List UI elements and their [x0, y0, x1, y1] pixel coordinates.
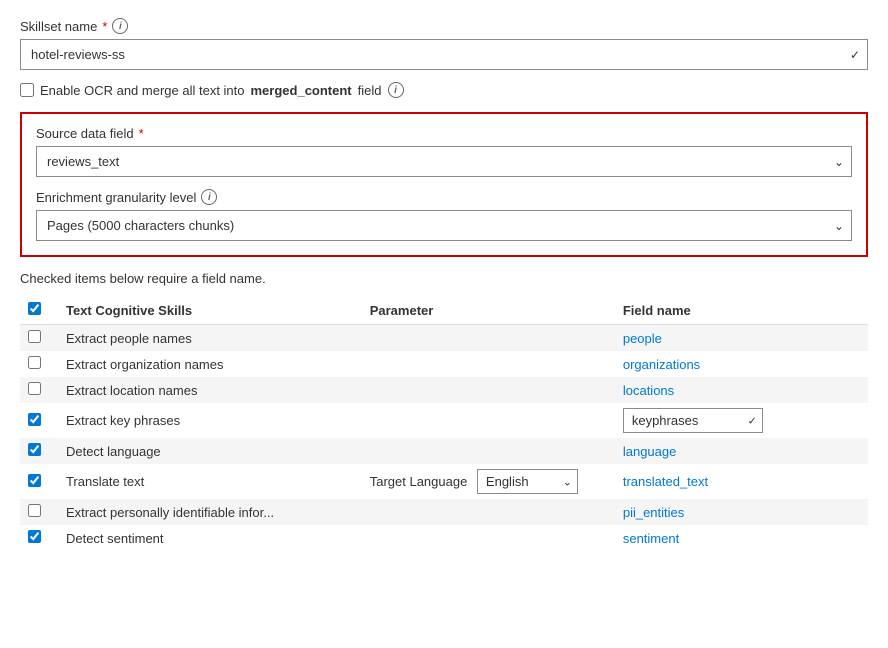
field-cell-detect-language: language	[615, 438, 868, 464]
checkbox-extract-org[interactable]	[28, 356, 41, 369]
col-header-field-name: Field name	[615, 296, 868, 325]
param-cell-extract-keyphrases	[362, 403, 615, 438]
skillset-name-info-icon[interactable]: i	[112, 18, 128, 34]
row-checkbox-cell	[20, 325, 58, 352]
param-cell-translate-text: Target Language EnglishFrenchSpanishGerm…	[362, 464, 615, 499]
source-data-section: Source data field * reviews_text ⌄ Enric…	[20, 112, 868, 257]
col-header-skill: Text Cognitive Skills	[58, 296, 362, 325]
checkbox-detect-sentiment[interactable]	[28, 530, 41, 543]
section-note: Checked items below require a field name…	[20, 271, 868, 286]
param-cell-extract-location	[362, 377, 615, 403]
checkbox-extract-pii[interactable]	[28, 504, 41, 517]
param-cell-detect-language	[362, 438, 615, 464]
table-row: Detect sentiment sentiment	[20, 525, 868, 551]
field-name-text-translate-text: translated_text	[623, 474, 708, 489]
field-cell-extract-org: organizations	[615, 351, 868, 377]
required-indicator: *	[102, 19, 107, 34]
table-row: Extract personally identifiable infor...…	[20, 499, 868, 525]
enrichment-wrapper: Pages (5000 characters chunks)SentencesO…	[36, 210, 852, 241]
skill-label-extract-pii: Extract personally identifiable infor...	[58, 499, 362, 525]
skill-label-extract-org: Extract organization names	[58, 351, 362, 377]
table-row: Translate textTarget Language EnglishFre…	[20, 464, 868, 499]
enrichment-select[interactable]: Pages (5000 characters chunks)SentencesO…	[36, 210, 852, 241]
field-cell-extract-location: locations	[615, 377, 868, 403]
field-cell-translate-text: translated_text	[615, 464, 868, 499]
table-row: Detect language language	[20, 438, 868, 464]
field-cell-detect-sentiment: sentiment	[615, 525, 868, 551]
field-name-text-detect-sentiment: sentiment	[623, 531, 679, 546]
checkbox-extract-location[interactable]	[28, 382, 41, 395]
source-data-label: Source data field *	[36, 126, 852, 141]
checkbox-translate-text[interactable]	[28, 474, 41, 487]
skill-label-detect-language: Detect language	[58, 438, 362, 464]
param-select-translate-text[interactable]: EnglishFrenchSpanishGermanItalianPortugu…	[477, 469, 578, 494]
skill-label-extract-people: Extract people names	[58, 325, 362, 352]
row-checkbox-cell	[20, 403, 58, 438]
checkbox-extract-people[interactable]	[28, 330, 41, 343]
skillset-name-select[interactable]: hotel-reviews-ss	[20, 39, 868, 70]
field-cell-extract-people: people	[615, 325, 868, 352]
skill-label-translate-text: Translate text	[58, 464, 362, 499]
col-header-parameter: Parameter	[362, 296, 615, 325]
skillset-name-wrapper: hotel-reviews-ss ✓	[20, 39, 868, 70]
skills-table: Text Cognitive Skills Parameter Field na…	[20, 296, 868, 551]
checkbox-extract-keyphrases[interactable]	[28, 413, 41, 426]
table-row: Extract location names locations	[20, 377, 868, 403]
enrichment-info-icon[interactable]: i	[201, 189, 217, 205]
row-checkbox-cell	[20, 377, 58, 403]
ocr-label-bold: merged_content	[251, 83, 352, 98]
field-cell-extract-keyphrases: keyphrases✓	[615, 403, 868, 438]
ocr-label-after: field	[358, 83, 382, 98]
ocr-label-before: Enable OCR and merge all text into	[40, 83, 245, 98]
skill-label-extract-keyphrases: Extract key phrases	[58, 403, 362, 438]
row-checkbox-cell	[20, 464, 58, 499]
field-name-text-detect-language: language	[623, 444, 677, 459]
row-checkbox-cell	[20, 351, 58, 377]
source-data-select[interactable]: reviews_text	[36, 146, 852, 177]
ocr-checkbox[interactable]	[20, 83, 34, 97]
table-row: Extract people names people	[20, 325, 868, 352]
header-checkbox-cell	[20, 296, 58, 325]
ocr-info-icon[interactable]: i	[388, 82, 404, 98]
ocr-checkbox-row: Enable OCR and merge all text into merge…	[20, 82, 868, 98]
source-data-wrapper: reviews_text ⌄	[36, 146, 852, 177]
param-label-translate-text: Target Language	[370, 474, 471, 489]
field-name-text-extract-people: people	[623, 331, 662, 346]
field-name-text-extract-org: organizations	[623, 357, 700, 372]
skillset-name-label: Skillset name * i	[20, 18, 868, 34]
table-row: Extract key phrases keyphrases✓	[20, 403, 868, 438]
field-name-text-extract-pii: pii_entities	[623, 505, 684, 520]
select-all-checkbox[interactable]	[28, 302, 41, 315]
row-checkbox-cell	[20, 525, 58, 551]
table-row: Extract organization names organizations	[20, 351, 868, 377]
row-checkbox-cell	[20, 438, 58, 464]
param-cell-extract-pii	[362, 499, 615, 525]
param-cell-extract-org	[362, 351, 615, 377]
field-select-wrapper-extract-keyphrases: keyphrases✓	[623, 408, 763, 433]
skill-label-extract-location: Extract location names	[58, 377, 362, 403]
field-name-text-extract-location: locations	[623, 383, 674, 398]
enrichment-label: Enrichment granularity level i	[36, 189, 852, 205]
skill-label-detect-sentiment: Detect sentiment	[58, 525, 362, 551]
row-checkbox-cell	[20, 499, 58, 525]
source-required-indicator: *	[139, 126, 144, 141]
param-cell-detect-sentiment	[362, 525, 615, 551]
param-select-wrapper-translate-text: EnglishFrenchSpanishGermanItalianPortugu…	[477, 469, 578, 494]
field-select-extract-keyphrases[interactable]: keyphrases	[623, 408, 763, 433]
checkbox-detect-language[interactable]	[28, 443, 41, 456]
field-cell-extract-pii: pii_entities	[615, 499, 868, 525]
param-cell-extract-people	[362, 325, 615, 352]
